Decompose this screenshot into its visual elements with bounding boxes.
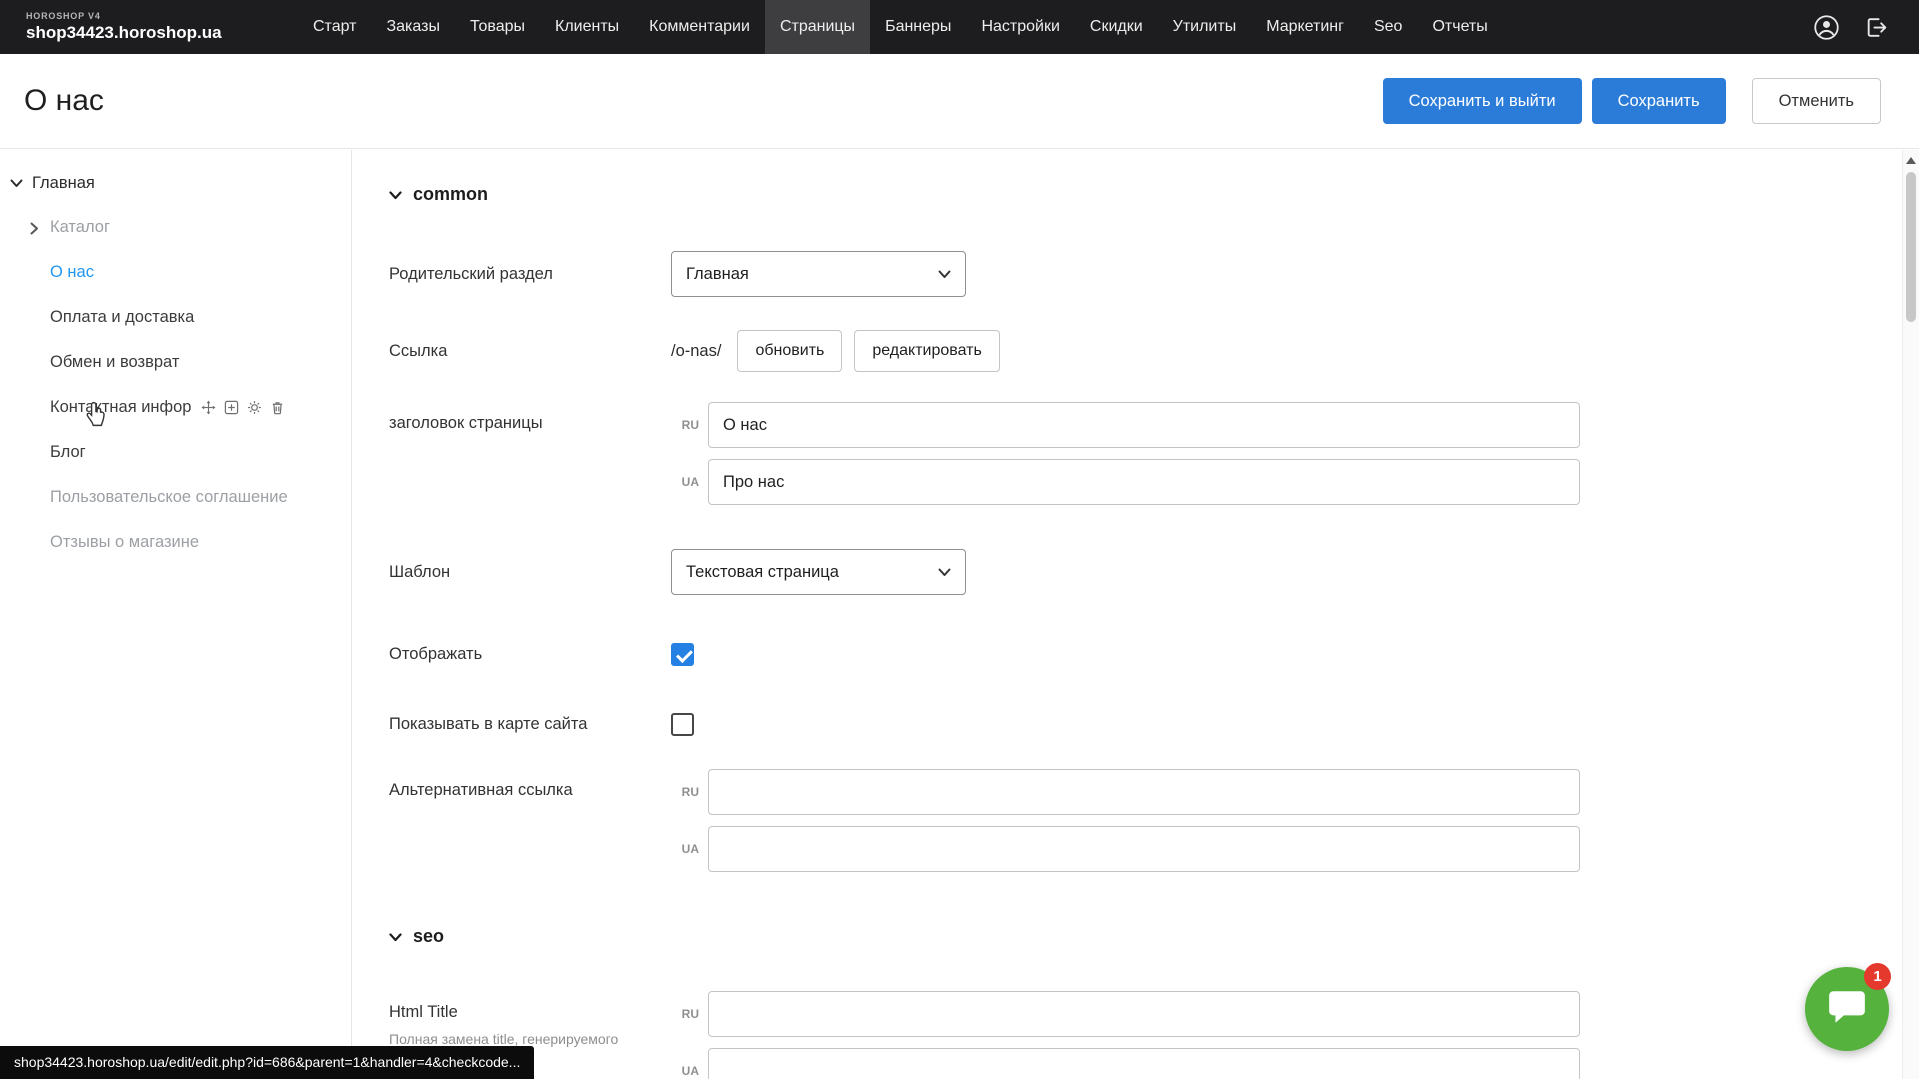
nav-item-orders[interactable]: Заказы	[371, 0, 454, 54]
lang-tag-ru: RU	[671, 1007, 699, 1021]
sidebar-item-label: О нас	[50, 263, 94, 282]
display-label: Отображать	[389, 645, 671, 664]
sitemap-label: Показывать в карте сайта	[389, 715, 671, 734]
chevron-down-icon	[938, 265, 951, 284]
sidebar-item-label: Блог	[50, 443, 86, 462]
html-title-ua-input[interactable]	[708, 1048, 1580, 1079]
chat-bubble-icon	[1826, 987, 1868, 1032]
sidebar-item-kontaktnaya-informaciya[interactable]: Контактная инфор	[0, 385, 351, 430]
lang-tag-ru: RU	[671, 785, 699, 799]
page-header: О нас Сохранить и выйти Сохранить Отмени…	[0, 54, 1919, 149]
link-value: /o-nas/	[671, 342, 721, 361]
nav-item-settings[interactable]: Настройки	[966, 0, 1074, 54]
sidebar-item-label: Главная	[32, 174, 95, 193]
settings-gear-icon[interactable]	[247, 400, 262, 415]
page-title: О нас	[24, 84, 104, 118]
sidebar-item-otzyvy-o-magazine[interactable]: Отзывы о магазине	[0, 520, 351, 565]
sidebar-item-blog[interactable]: Блог	[0, 430, 351, 475]
template-label: Шаблон	[389, 563, 671, 582]
main-menu: Старт Заказы Товары Клиенты Комментарии …	[298, 0, 1503, 54]
scroll-up-arrow-icon[interactable]	[1906, 157, 1916, 164]
sidebar-item-label: Контактная инфор	[50, 398, 191, 417]
link-refresh-button[interactable]: обновить	[737, 330, 842, 372]
parent-section-label: Родительский раздел	[389, 265, 671, 284]
lang-tag-ua: UA	[671, 1064, 699, 1078]
logout-icon[interactable]	[1864, 15, 1889, 40]
link-url-statusbar: shop34423.horoshop.ua/edit/edit.php?id=6…	[0, 1046, 534, 1079]
link-label: Ссылка	[389, 342, 671, 361]
template-select[interactable]: Текстовая страница	[671, 549, 966, 595]
nav-item-seo[interactable]: Seo	[1359, 0, 1417, 54]
alt-link-label: Альтернативная ссылка	[389, 769, 671, 800]
chat-unread-badge: 1	[1864, 963, 1891, 990]
page-edit-form: common Родительский раздел Главная Ссылк…	[353, 150, 1902, 1079]
section-common-header[interactable]: common	[389, 184, 1902, 205]
nav-item-pages[interactable]: Страницы	[765, 0, 870, 54]
nav-item-comments[interactable]: Комментарии	[634, 0, 765, 54]
sidebar-item-label: Каталог	[50, 218, 110, 237]
nav-item-marketing[interactable]: Маркетинг	[1251, 0, 1359, 54]
nav-item-products[interactable]: Товары	[455, 0, 540, 54]
vertical-scrollbar[interactable]	[1902, 150, 1919, 1079]
nav-item-clients[interactable]: Клиенты	[540, 0, 634, 54]
chevron-down-icon	[389, 184, 402, 205]
chat-widget-button[interactable]: 1	[1805, 967, 1889, 1051]
chevron-right-icon	[30, 221, 39, 240]
alt-link-ru-input[interactable]	[708, 769, 1580, 815]
alt-link-ua-input[interactable]	[708, 826, 1580, 872]
lang-tag-ru: RU	[671, 418, 699, 432]
add-page-icon[interactable]	[224, 400, 239, 415]
lang-tag-ua: UA	[671, 475, 699, 489]
parent-section-value: Главная	[686, 265, 749, 284]
nav-item-discounts[interactable]: Скидки	[1075, 0, 1158, 54]
sidebar-item-obmen-i-vozvrat[interactable]: Обмен и возврат	[0, 340, 351, 385]
sidebar-item-o-nas[interactable]: О нас	[0, 250, 351, 295]
scrollbar-thumb[interactable]	[1906, 172, 1916, 322]
delete-trash-icon[interactable]	[270, 400, 285, 415]
display-checkbox[interactable]	[671, 643, 694, 666]
chevron-down-icon	[938, 563, 951, 582]
nav-item-reports[interactable]: Отчеты	[1417, 0, 1502, 54]
nav-item-start[interactable]: Старт	[298, 0, 371, 54]
cancel-button[interactable]: Отменить	[1752, 78, 1881, 124]
html-title-label: Html Title	[389, 1003, 671, 1022]
nav-item-banners[interactable]: Баннеры	[870, 0, 966, 54]
sidebar-item-katalog[interactable]: Каталог	[0, 205, 351, 250]
chevron-down-icon	[389, 926, 402, 947]
template-value: Текстовая страница	[686, 563, 839, 582]
logo-version-label: HOROSHOP V4	[26, 12, 276, 22]
logo[interactable]: HOROSHOP V4 shop34423.horoshop.ua	[26, 12, 276, 43]
sidebar-item-oplata-i-dostavka[interactable]: Оплата и доставка	[0, 295, 351, 340]
sidebar-item-polzovatelskoe-soglashenie[interactable]: Пользовательское соглашение	[0, 475, 351, 520]
link-edit-button[interactable]: редактировать	[854, 330, 999, 372]
logo-domain: shop34423.horoshop.ua	[26, 24, 276, 43]
html-title-ru-input[interactable]	[708, 991, 1580, 1037]
sidebar-item-label: Обмен и возврат	[50, 353, 179, 372]
sitemap-checkbox[interactable]	[671, 713, 694, 736]
sidebar-item-glavnaya[interactable]: Главная	[0, 164, 351, 205]
sidebar-item-label: Отзывы о магазине	[50, 533, 199, 552]
user-account-icon[interactable]	[1813, 14, 1840, 41]
save-button[interactable]: Сохранить	[1592, 78, 1726, 124]
section-seo-header[interactable]: seo	[389, 926, 1902, 947]
page-title-ru-input[interactable]	[708, 402, 1580, 448]
section-seo-title: seo	[413, 926, 444, 947]
top-navigation-bar: HOROSHOP V4 shop34423.horoshop.ua Старт …	[0, 0, 1919, 54]
section-common-title: common	[413, 184, 488, 205]
parent-section-select[interactable]: Главная	[671, 251, 966, 297]
pages-tree-sidebar: Главная Каталог О нас Оплата и доставка …	[0, 150, 352, 1079]
lang-tag-ua: UA	[671, 842, 699, 856]
sidebar-item-label: Оплата и доставка	[50, 308, 194, 327]
drag-move-icon[interactable]	[201, 400, 216, 415]
nav-item-utilities[interactable]: Утилиты	[1158, 0, 1252, 54]
chevron-down-icon	[10, 174, 23, 193]
save-and-exit-button[interactable]: Сохранить и выйти	[1383, 78, 1582, 124]
sidebar-item-label: Пользовательское соглашение	[50, 488, 288, 507]
page-title-label: заголовок страницы	[389, 402, 671, 433]
page-title-ua-input[interactable]	[708, 459, 1580, 505]
